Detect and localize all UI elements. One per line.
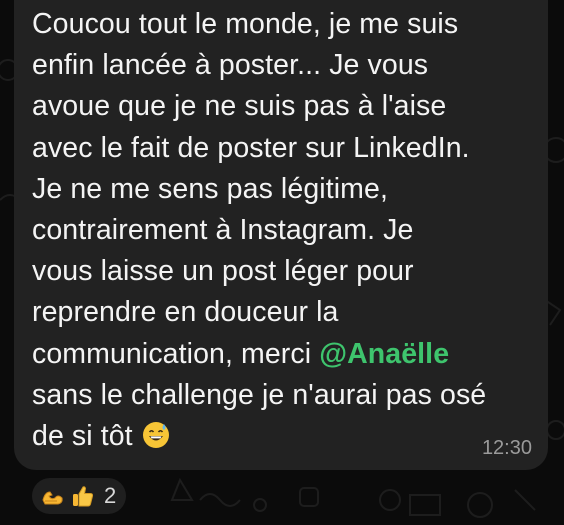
message-line: communication, merci	[32, 337, 320, 370]
grinning-face-with-sweat-icon	[142, 422, 169, 449]
chat-background: Coucou tout le monde, je me suis enfin l…	[0, 0, 564, 525]
message-line: reprendre en douceur la	[32, 296, 339, 329]
muscle-arm-icon[interactable]	[40, 483, 66, 509]
message-line: sans le challenge je n'aurai pas osé	[32, 378, 487, 411]
message-text: Coucou tout le monde, je me suis enfin l…	[32, 4, 542, 457]
message-line: avoue que je ne suis pas à l'aise	[32, 90, 447, 123]
message-line: Coucou tout le monde, je me suis	[32, 8, 459, 40]
user-mention-link[interactable]: @Anaëlle	[319, 338, 449, 370]
reaction-count: 2	[104, 483, 117, 508]
message-bubble[interactable]: Coucou tout le monde, je me suis enfin l…	[14, 0, 548, 470]
reaction-bar[interactable]: 2	[32, 478, 127, 514]
message-line: vous laisse un post léger pour	[32, 255, 414, 288]
message-timestamp: 12:30	[481, 437, 532, 459]
message-line: enfin lancée à poster... Je vous	[32, 49, 429, 82]
message-line: avec le fait de poster sur LinkedIn.	[32, 131, 470, 164]
message-line: contrairement à Instagram. Je	[32, 214, 414, 247]
message-line: Je ne me sens pas légitime,	[32, 172, 388, 205]
thumbs-up-icon[interactable]	[70, 483, 96, 509]
message-line: de si tôt	[32, 420, 141, 453]
